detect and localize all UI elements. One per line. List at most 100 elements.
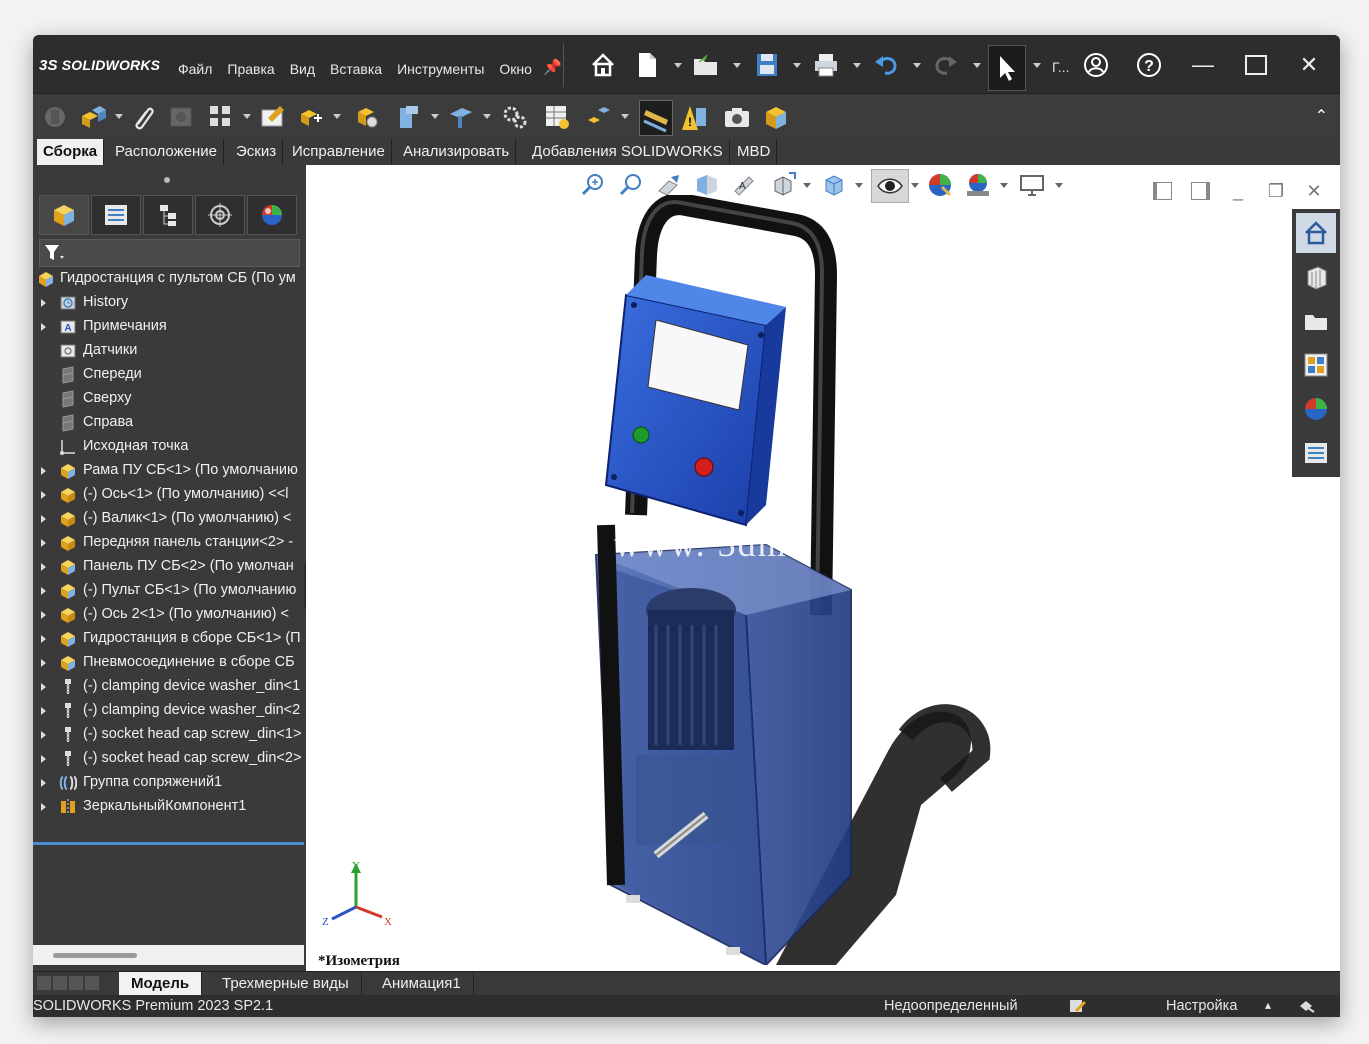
- first-tab-icon[interactable]: [37, 976, 51, 990]
- scene-dropdown-icon[interactable]: [1000, 183, 1008, 188]
- undo-dropdown-icon[interactable]: [913, 63, 921, 68]
- previous-tab-icon[interactable]: [53, 976, 67, 990]
- tree-item[interactable]: Пневмосоединение в сборе СБ: [33, 651, 304, 675]
- tab-solidworks-addins[interactable]: Добавления SOLIDWORKS: [526, 139, 730, 165]
- pin-icon[interactable]: 📌: [543, 58, 562, 76]
- tab-sketch[interactable]: Эскиз: [230, 139, 284, 165]
- expand-arrow-icon[interactable]: [41, 587, 46, 595]
- mate-button[interactable]: [127, 100, 159, 134]
- expand-arrow-icon[interactable]: [41, 659, 46, 667]
- tree-item[interactable]: (-) Ось 2<1> (По умолчанию) <: [33, 603, 304, 627]
- large-assembly-settings-button[interactable]: [761, 100, 793, 134]
- tile-left-button[interactable]: [1150, 179, 1174, 203]
- save-button[interactable]: [750, 49, 784, 81]
- new-document-button[interactable]: [630, 49, 664, 81]
- tree-item[interactable]: Исходная точка: [33, 435, 304, 459]
- expand-arrow-icon[interactable]: [41, 779, 46, 787]
- tile-right-button[interactable]: [1188, 179, 1212, 203]
- expand-arrow-icon[interactable]: [41, 707, 46, 715]
- expand-arrow-icon[interactable]: [41, 491, 46, 499]
- account-button[interactable]: [1079, 49, 1113, 81]
- new-motion-study-button[interactable]: [499, 100, 531, 134]
- display-style-dropdown-icon[interactable]: [855, 183, 863, 188]
- task-pane-file-explorer-button[interactable]: [1296, 301, 1336, 341]
- select-button[interactable]: [988, 45, 1026, 91]
- scrollbar-thumb[interactable]: [53, 953, 137, 958]
- tab-animation1[interactable]: Анимация1: [370, 972, 474, 996]
- features-dropdown-icon[interactable]: [431, 114, 439, 119]
- undo-button[interactable]: [869, 49, 903, 81]
- move-component-button[interactable]: [295, 100, 327, 134]
- exploded-dropdown-icon[interactable]: [621, 114, 629, 119]
- viewport-close-button[interactable]: ✕: [1302, 179, 1326, 203]
- options-truncated[interactable]: Г...: [1052, 59, 1070, 75]
- expand-arrow-icon[interactable]: [41, 467, 46, 475]
- last-tab-icon[interactable]: [85, 976, 99, 990]
- task-pane-design-library-button[interactable]: [1296, 257, 1336, 297]
- expand-arrow-icon[interactable]: [41, 803, 46, 811]
- coordinate-triad[interactable]: Y X Z: [320, 861, 400, 931]
- menu-insert[interactable]: Вставка: [330, 61, 382, 77]
- expand-arrow-icon[interactable]: [41, 515, 46, 523]
- orientation-dropdown-icon[interactable]: [803, 183, 811, 188]
- tree-item[interactable]: (-) clamping device washer_din<1: [33, 675, 304, 699]
- tree-item[interactable]: Группа сопряжений1: [33, 771, 304, 795]
- tab-3d-views[interactable]: Трехмерные виды: [210, 972, 362, 996]
- smart-fasteners-button[interactable]: [257, 100, 289, 134]
- customize-caret-icon[interactable]: ▴: [1265, 998, 1271, 1012]
- tree-item[interactable]: Спереди: [33, 363, 304, 387]
- expand-arrow-icon[interactable]: [41, 755, 46, 763]
- move-dropdown-icon[interactable]: [333, 114, 341, 119]
- tree-item[interactable]: (-) Пульт СБ<1> (По умолчанию: [33, 579, 304, 603]
- expand-arrow-icon[interactable]: [41, 323, 46, 331]
- redo-button[interactable]: [929, 49, 963, 81]
- task-pane-view-palette-button[interactable]: [1296, 345, 1336, 385]
- help-button[interactable]: ?: [1132, 49, 1166, 81]
- tree-item[interactable]: Справа: [33, 411, 304, 435]
- tab-assembly[interactable]: Сборка: [37, 139, 105, 165]
- expand-arrow-icon[interactable]: [41, 731, 46, 739]
- tree-item[interactable]: Датчики: [33, 339, 304, 363]
- reference-geometry-button[interactable]: [445, 100, 477, 134]
- print-button[interactable]: [809, 49, 843, 81]
- model-3d[interactable]: [576, 195, 1036, 965]
- tree-item[interactable]: History: [33, 291, 304, 315]
- view-settings-dropdown-icon[interactable]: [1055, 183, 1063, 188]
- tree-item[interactable]: Сверху: [33, 387, 304, 411]
- hide-show-dropdown-icon[interactable]: [911, 183, 919, 188]
- tab-markup[interactable]: Исправление: [286, 139, 392, 165]
- tree-item[interactable]: (-) socket head cap screw_din<1>: [33, 723, 304, 747]
- tree-item[interactable]: Гидростанция в сборе СБ<1> (П: [33, 627, 304, 651]
- show-hidden-button[interactable]: [351, 100, 383, 134]
- tree-item[interactable]: (-) Ось<1> (По умолчанию) <<l: [33, 483, 304, 507]
- menu-view[interactable]: Вид: [290, 61, 315, 77]
- display-manager-tab[interactable]: [247, 195, 297, 235]
- redo-dropdown-icon[interactable]: [973, 63, 981, 68]
- minimize-button[interactable]: ―: [1183, 49, 1223, 81]
- linear-pattern-button[interactable]: [205, 100, 237, 134]
- tree-item[interactable]: ЗеркальныйКомпонент1: [33, 795, 304, 819]
- horizontal-scrollbar[interactable]: [33, 945, 304, 965]
- tree-item[interactable]: A Примечания: [33, 315, 304, 339]
- viewport-minimize-button[interactable]: _: [1226, 179, 1250, 203]
- tree-item[interactable]: (-) Валик<1> (По умолчанию) <: [33, 507, 304, 531]
- tree-item[interactable]: Передняя панель станции<2> -: [33, 531, 304, 555]
- interference-detection-button[interactable]: !: [679, 100, 711, 134]
- configuration-manager-tab[interactable]: [143, 195, 193, 235]
- assembly-features-button[interactable]: [393, 100, 425, 134]
- task-pane-appearances-button[interactable]: [1296, 389, 1336, 429]
- tree-root-assembly[interactable]: Гидростанция с пультом СБ (По ум: [33, 267, 304, 291]
- take-snapshot-button[interactable]: [721, 100, 753, 134]
- next-tab-icon[interactable]: [69, 976, 83, 990]
- print-dropdown-icon[interactable]: [853, 63, 861, 68]
- close-button[interactable]: ✕: [1289, 49, 1329, 81]
- solidworks-logo[interactable]: 3S SOLIDWORKS: [39, 57, 160, 74]
- rebuild-status-icon[interactable]: [1298, 998, 1316, 1017]
- rollback-bar[interactable]: [33, 842, 304, 845]
- tree-item[interactable]: Рама ПУ СБ<1> (По умолчанию: [33, 459, 304, 483]
- task-pane-resources-button[interactable]: [1296, 213, 1336, 253]
- status-customize[interactable]: Настройка: [1166, 998, 1237, 1014]
- panel-splitter-handle[interactable]: [164, 177, 170, 183]
- tree-filter[interactable]: [39, 239, 300, 267]
- menu-tools[interactable]: Инструменты: [397, 61, 484, 77]
